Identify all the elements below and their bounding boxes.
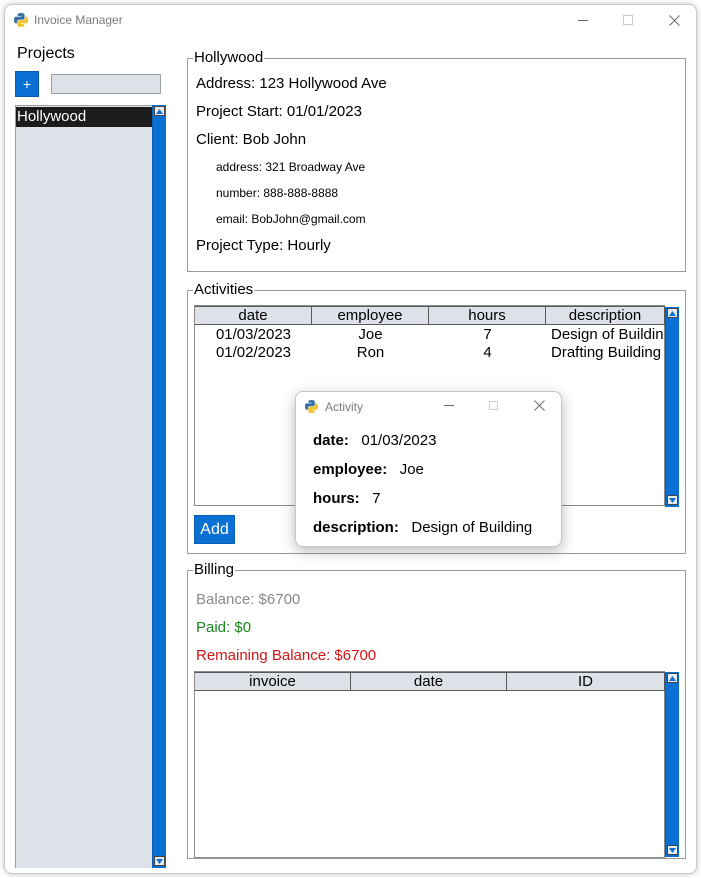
cell-hours: 4 bbox=[483, 344, 492, 361]
cell-date: 01/03/2023 bbox=[215, 326, 292, 343]
field-label: date: bbox=[313, 432, 349, 449]
scroll-down-button[interactable] bbox=[667, 845, 678, 855]
billing-group: Billing Balance: $6700 Paid: $0 Remainin… bbox=[187, 562, 686, 859]
field-value: Design of Building bbox=[411, 519, 533, 536]
cell-hours: 7 bbox=[483, 326, 492, 343]
column-header-id[interactable]: ID bbox=[507, 672, 665, 691]
column-header-description[interactable]: description bbox=[546, 306, 665, 325]
client-email: email: BobJohn@gmail.com bbox=[216, 212, 366, 226]
field-label: employee: bbox=[313, 461, 388, 478]
projects-label: Projects bbox=[17, 45, 75, 62]
billing-balance: Balance: $6700 bbox=[196, 591, 301, 608]
dialog-field-description: description: Design of Building bbox=[313, 519, 532, 536]
scroll-up-icon bbox=[669, 675, 676, 681]
column-header-date[interactable]: date bbox=[195, 306, 312, 325]
minimize-icon bbox=[578, 20, 588, 21]
close-icon bbox=[668, 14, 680, 26]
activity-dialog[interactable]: Activity date: 01/03/2023 employee: Joe … bbox=[295, 391, 562, 547]
cell-employee: Joe bbox=[358, 326, 383, 343]
scroll-up-icon bbox=[669, 310, 676, 316]
project-type: Project Type: Hourly bbox=[196, 237, 331, 254]
dialog-close-button[interactable] bbox=[527, 395, 551, 415]
dialog-field-hours: hours: 7 bbox=[313, 490, 381, 507]
column-header-employee[interactable]: employee bbox=[312, 306, 429, 325]
title-bar[interactable]: Invoice Manager bbox=[5, 5, 696, 35]
column-header-invoice[interactable]: invoice bbox=[195, 672, 351, 691]
dialog-field-date: date: 01/03/2023 bbox=[313, 432, 436, 449]
scroll-down-button[interactable] bbox=[154, 856, 165, 866]
field-value: 7 bbox=[372, 490, 381, 507]
cell-date: 01/02/2023 bbox=[215, 344, 292, 361]
dialog-title: Activity bbox=[325, 400, 364, 414]
activities-scrollbar[interactable] bbox=[665, 307, 679, 507]
project-start: Project Start: 01/01/2023 bbox=[196, 103, 362, 120]
scroll-down-button[interactable] bbox=[667, 495, 678, 505]
scroll-up-button[interactable] bbox=[667, 308, 678, 318]
scroll-up-button[interactable] bbox=[154, 106, 165, 116]
window-title: Invoice Manager bbox=[34, 13, 123, 27]
dialog-field-employee: employee: Joe bbox=[313, 461, 424, 478]
billing-paid: Paid: $0 bbox=[196, 619, 252, 636]
cell-description: Drafting Building bbox=[551, 344, 662, 361]
billing-title: Billing bbox=[193, 561, 236, 578]
field-label: hours: bbox=[313, 490, 360, 507]
project-list[interactable]: Hollywood bbox=[15, 105, 152, 868]
invoices-table[interactable]: invoice date ID bbox=[194, 671, 665, 858]
close-icon bbox=[533, 399, 545, 411]
billing-remaining-balance: Remaining Balance: $6700 bbox=[196, 647, 377, 664]
cell-employee: Ron bbox=[356, 344, 385, 361]
invoices-table-header: invoice date ID bbox=[195, 672, 665, 691]
scroll-down-icon bbox=[669, 847, 676, 853]
add-project-button[interactable]: + bbox=[15, 71, 39, 97]
table-row[interactable]: 01/02/2023 Ron 4 Drafting Building bbox=[195, 344, 663, 362]
close-button[interactable] bbox=[660, 9, 688, 31]
scroll-up-button[interactable] bbox=[667, 673, 678, 683]
field-label: description: bbox=[313, 519, 399, 536]
project-client: Client: Bob John bbox=[196, 131, 307, 148]
column-header-hours[interactable]: hours bbox=[429, 306, 546, 325]
field-value: 01/03/2023 bbox=[361, 432, 437, 449]
project-address: Address: 123 Hollywood Ave bbox=[196, 75, 387, 92]
project-item-hollywood[interactable]: Hollywood bbox=[16, 107, 152, 127]
minimize-icon bbox=[444, 405, 454, 406]
cell-description: Design of Building bbox=[551, 326, 663, 343]
scroll-down-icon bbox=[156, 858, 163, 864]
project-search-input[interactable] bbox=[51, 74, 161, 94]
scroll-down-icon bbox=[669, 497, 676, 503]
python-icon bbox=[14, 13, 28, 27]
project-info-group: Hollywood Address: 123 Hollywood Ave Pro… bbox=[187, 50, 686, 272]
scroll-up-icon bbox=[156, 108, 163, 114]
maximize-icon bbox=[623, 15, 633, 25]
activities-table-header: date employee hours description bbox=[195, 306, 665, 325]
dialog-maximize-button[interactable] bbox=[481, 395, 505, 415]
client-number: number: 888-888-8888 bbox=[216, 186, 339, 200]
add-activity-button[interactable]: Add bbox=[194, 515, 235, 544]
dialog-minimize-button[interactable] bbox=[437, 395, 461, 415]
table-row[interactable]: 01/03/2023 Joe 7 Design of Building bbox=[195, 326, 663, 344]
python-icon bbox=[304, 399, 319, 414]
minimize-button[interactable] bbox=[569, 9, 597, 31]
project-list-scrollbar[interactable] bbox=[152, 105, 166, 868]
invoices-scrollbar[interactable] bbox=[665, 672, 679, 857]
project-name-title: Hollywood bbox=[193, 49, 265, 66]
activities-title: Activities bbox=[193, 281, 255, 298]
maximize-icon bbox=[488, 400, 498, 410]
field-value: Joe bbox=[399, 461, 424, 478]
maximize-button[interactable] bbox=[614, 9, 642, 31]
client-address: address: 321 Broadway Ave bbox=[216, 160, 366, 174]
column-header-date[interactable]: date bbox=[351, 672, 507, 691]
